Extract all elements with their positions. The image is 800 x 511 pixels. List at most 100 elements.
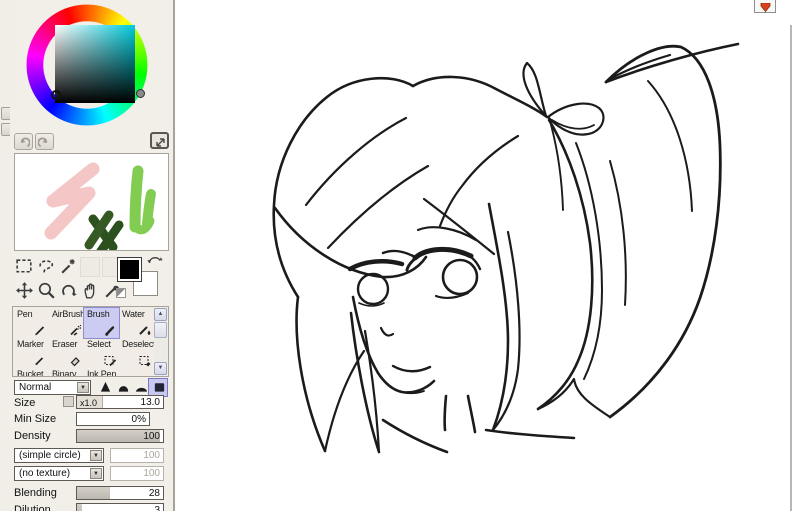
expand-icon xyxy=(153,135,166,148)
rotate-icon xyxy=(58,280,79,301)
eraser-icon xyxy=(68,353,82,367)
tool-label: Brush xyxy=(87,309,110,319)
marker-icon xyxy=(33,353,47,367)
texture-dropdown[interactable]: (no texture) ▼ xyxy=(14,466,104,481)
lasso-tool[interactable] xyxy=(36,256,57,277)
rotate-view-tool[interactable] xyxy=(58,280,79,301)
select-pen-icon xyxy=(103,353,117,367)
brush-edge-amount: 100 xyxy=(110,448,164,463)
swap-arrow-icon xyxy=(146,253,163,267)
saturation-value-square[interactable] xyxy=(55,25,135,103)
move-tool[interactable] xyxy=(14,280,35,301)
size-label: Size xyxy=(14,397,35,409)
tool-brush-selected[interactable]: Brush xyxy=(84,308,119,338)
tool-label: Deselect xyxy=(122,339,155,349)
dilution-slider[interactable]: 3 xyxy=(76,503,164,511)
tool-sidebar: Pen AirBrush Brush xyxy=(10,0,175,511)
brush-shape-square[interactable] xyxy=(149,379,167,396)
zoom-tool[interactable] xyxy=(36,280,57,301)
magic-wand-tool[interactable] xyxy=(58,256,79,277)
min-size-value: 0% xyxy=(132,414,146,425)
rect-select-tool[interactable] xyxy=(14,256,35,277)
rect-select-icon xyxy=(14,256,35,277)
drawing-canvas[interactable] xyxy=(177,0,790,511)
brush-icon xyxy=(103,323,117,337)
hue-selector-dot[interactable] xyxy=(136,89,145,98)
hand-icon xyxy=(80,280,101,301)
tool-palette: Pen AirBrush Brush xyxy=(12,306,169,377)
dilution-label: Dilution xyxy=(14,504,51,511)
blending-slider[interactable]: 28 xyxy=(76,486,164,500)
airbrush-icon xyxy=(68,323,82,337)
brush-edge-dropdown[interactable]: (simple circle) ▼ xyxy=(14,448,104,463)
primary-color-swatch[interactable] xyxy=(117,257,142,282)
water-brush-icon xyxy=(138,323,152,337)
tool-water[interactable]: Water xyxy=(119,308,154,338)
scratchpad-expand-button[interactable] xyxy=(150,132,169,149)
tool-inkpen[interactable]: Ink Pen xyxy=(84,368,119,377)
magnifier-icon xyxy=(36,280,57,301)
scroll-up-button[interactable]: ▲ xyxy=(154,308,167,321)
scratchpad-redo-button[interactable] xyxy=(35,133,54,150)
drawing-canvas-area xyxy=(175,0,800,511)
min-size-slider[interactable]: 0% xyxy=(76,412,150,426)
deselect-eraser-icon xyxy=(138,353,152,367)
redo-icon xyxy=(38,136,51,149)
sv-selector-dot[interactable] xyxy=(51,90,61,100)
app-window: Pen AirBrush Brush xyxy=(0,0,800,511)
dropdown-arrow[interactable]: ▼ xyxy=(77,382,89,393)
size-slider[interactable]: x1.0 13.0 xyxy=(76,395,164,409)
blending-value: 28 xyxy=(149,488,160,499)
blend-mode-value: Normal xyxy=(19,382,51,393)
artwork-face xyxy=(350,227,480,393)
brush-shape-sharp[interactable] xyxy=(95,379,113,396)
scratchpad-undo-button[interactable] xyxy=(14,133,33,150)
dropdown-arrow[interactable]: ▼ xyxy=(90,450,102,461)
brush-shape-round[interactable] xyxy=(113,379,131,396)
slider-fill xyxy=(77,504,82,511)
panel-collapse-button[interactable] xyxy=(754,0,776,13)
red-down-arrow-icon xyxy=(759,3,772,12)
tool-pen[interactable]: Pen xyxy=(14,308,49,338)
empty-tool-slot xyxy=(80,257,100,277)
scratchpad-strokes xyxy=(15,154,168,250)
square-tip-icon xyxy=(153,381,166,393)
tool-bucket[interactable]: Bucket xyxy=(14,368,49,377)
texture-amount-value: 100 xyxy=(143,468,160,479)
tool-eraser[interactable]: Eraser xyxy=(49,338,84,368)
density-value: 100 xyxy=(143,431,160,442)
brush-shape-flat[interactable] xyxy=(131,379,149,396)
tool-marker[interactable]: Marker xyxy=(14,338,49,368)
scroll-down-button[interactable]: ▼ xyxy=(154,362,167,375)
size-link-button[interactable] xyxy=(63,396,74,407)
density-slider[interactable]: 100 xyxy=(76,429,164,443)
scrollbar-thumb[interactable] xyxy=(154,322,167,338)
swap-colors-button[interactable] xyxy=(146,253,163,272)
blending-label: Blending xyxy=(14,487,57,499)
brush-shape-row xyxy=(95,379,169,396)
tool-label: Eraser xyxy=(52,339,77,349)
density-label: Density xyxy=(14,430,51,442)
tool-select[interactable]: Select xyxy=(84,338,119,368)
dropdown-arrow[interactable]: ▼ xyxy=(90,468,102,479)
slider-fill xyxy=(77,487,110,499)
tool-binary[interactable]: Binary xyxy=(49,368,84,377)
hand-tool[interactable] xyxy=(80,280,101,301)
color-scratchpad[interactable] xyxy=(14,153,169,251)
blend-mode-dropdown[interactable]: Normal ▼ xyxy=(14,380,91,395)
tool-deselect[interactable]: Deselect xyxy=(119,338,154,368)
size-multiplier: x1.0 xyxy=(77,396,103,408)
tool-label: Water xyxy=(122,309,145,319)
palette-scrollbar: ▲ ▼ xyxy=(154,308,167,375)
artwork-ponytail xyxy=(538,44,738,417)
tool-label: AirBrush xyxy=(52,309,85,319)
magic-wand-icon xyxy=(58,256,79,277)
flat-tip-icon xyxy=(135,381,148,393)
artwork-hair-bangs xyxy=(274,78,520,452)
brush-edge-value: (simple circle) xyxy=(19,450,81,461)
tool-airbrush[interactable]: AirBrush xyxy=(49,308,84,338)
round-tip-icon xyxy=(117,381,130,393)
undo-icon xyxy=(17,136,30,149)
tool-label: Marker xyxy=(17,339,44,349)
transparency-chip[interactable] xyxy=(116,288,126,298)
